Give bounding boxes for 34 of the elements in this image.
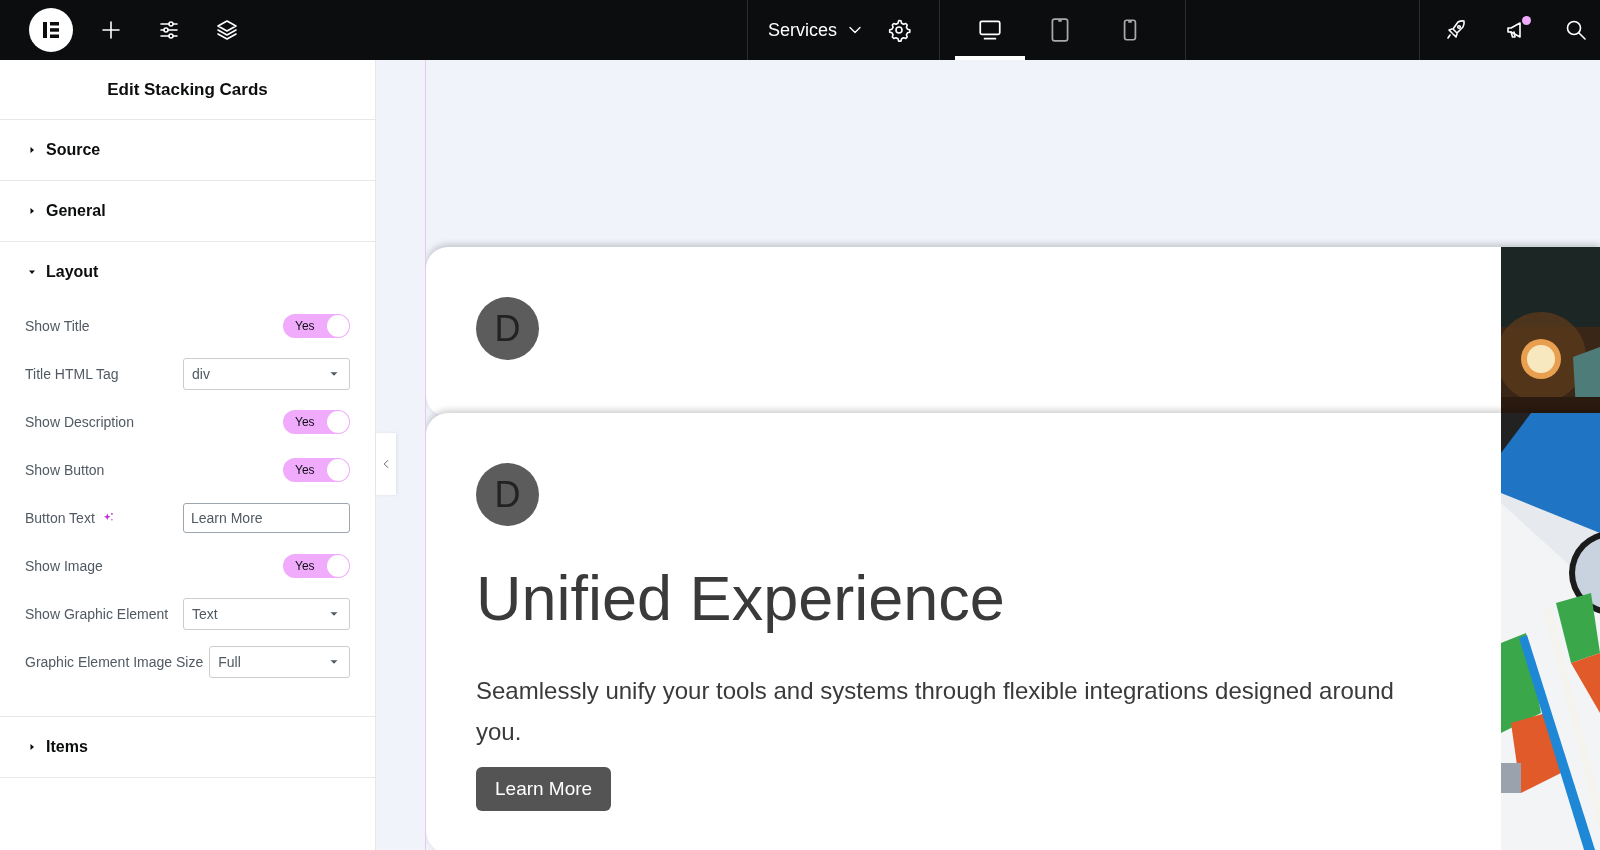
graphic-badge: D (476, 463, 539, 526)
page-title-dropdown[interactable]: Services (767, 19, 865, 41)
text-input-field[interactable]: Learn More (183, 503, 350, 533)
section-header[interactable]: General (0, 181, 375, 241)
layers-icon (215, 18, 239, 42)
rocket-icon (1444, 18, 1468, 42)
select-dropdown[interactable]: Text (183, 598, 350, 630)
sliders-icon (157, 18, 181, 42)
settings-icon (887, 18, 911, 42)
control-label: Show Button (25, 462, 105, 478)
section-header[interactable]: Items (0, 717, 375, 777)
learn-more-button[interactable]: Learn More (476, 766, 612, 811)
toggle-switch[interactable]: Yes (283, 458, 350, 482)
card-title: Unified Experience (476, 564, 1005, 634)
select-dropdown[interactable]: Full (209, 646, 350, 678)
control-label: Show Title (25, 318, 90, 334)
toggle-switch[interactable]: Yes (283, 314, 350, 338)
graphic-badge: D (476, 297, 539, 360)
control-label: Show Description (25, 414, 134, 430)
control-label: Title HTML Tag (25, 366, 119, 382)
search-icon (1564, 18, 1588, 42)
logo-icon[interactable] (29, 8, 73, 52)
control-label: Show Image (25, 558, 103, 574)
control-label: Show Graphic Element (25, 606, 169, 622)
select-dropdown[interactable]: div (183, 358, 350, 390)
panel-title: Edit Stacking Cards (0, 60, 375, 120)
control-label: Graphic Element Image Size (25, 654, 204, 670)
plus-icon (99, 18, 123, 42)
card-description: Seamlessly unify your tools and systems through flexible integrations designed around you. (476, 676, 1395, 748)
toggle-switch[interactable]: Yes (283, 554, 350, 578)
toggle-switch[interactable]: Yes (283, 410, 350, 434)
section-header[interactable]: Source (0, 120, 375, 180)
control-label: Button Text (25, 510, 95, 526)
section-header[interactable]: Layout (0, 242, 375, 302)
